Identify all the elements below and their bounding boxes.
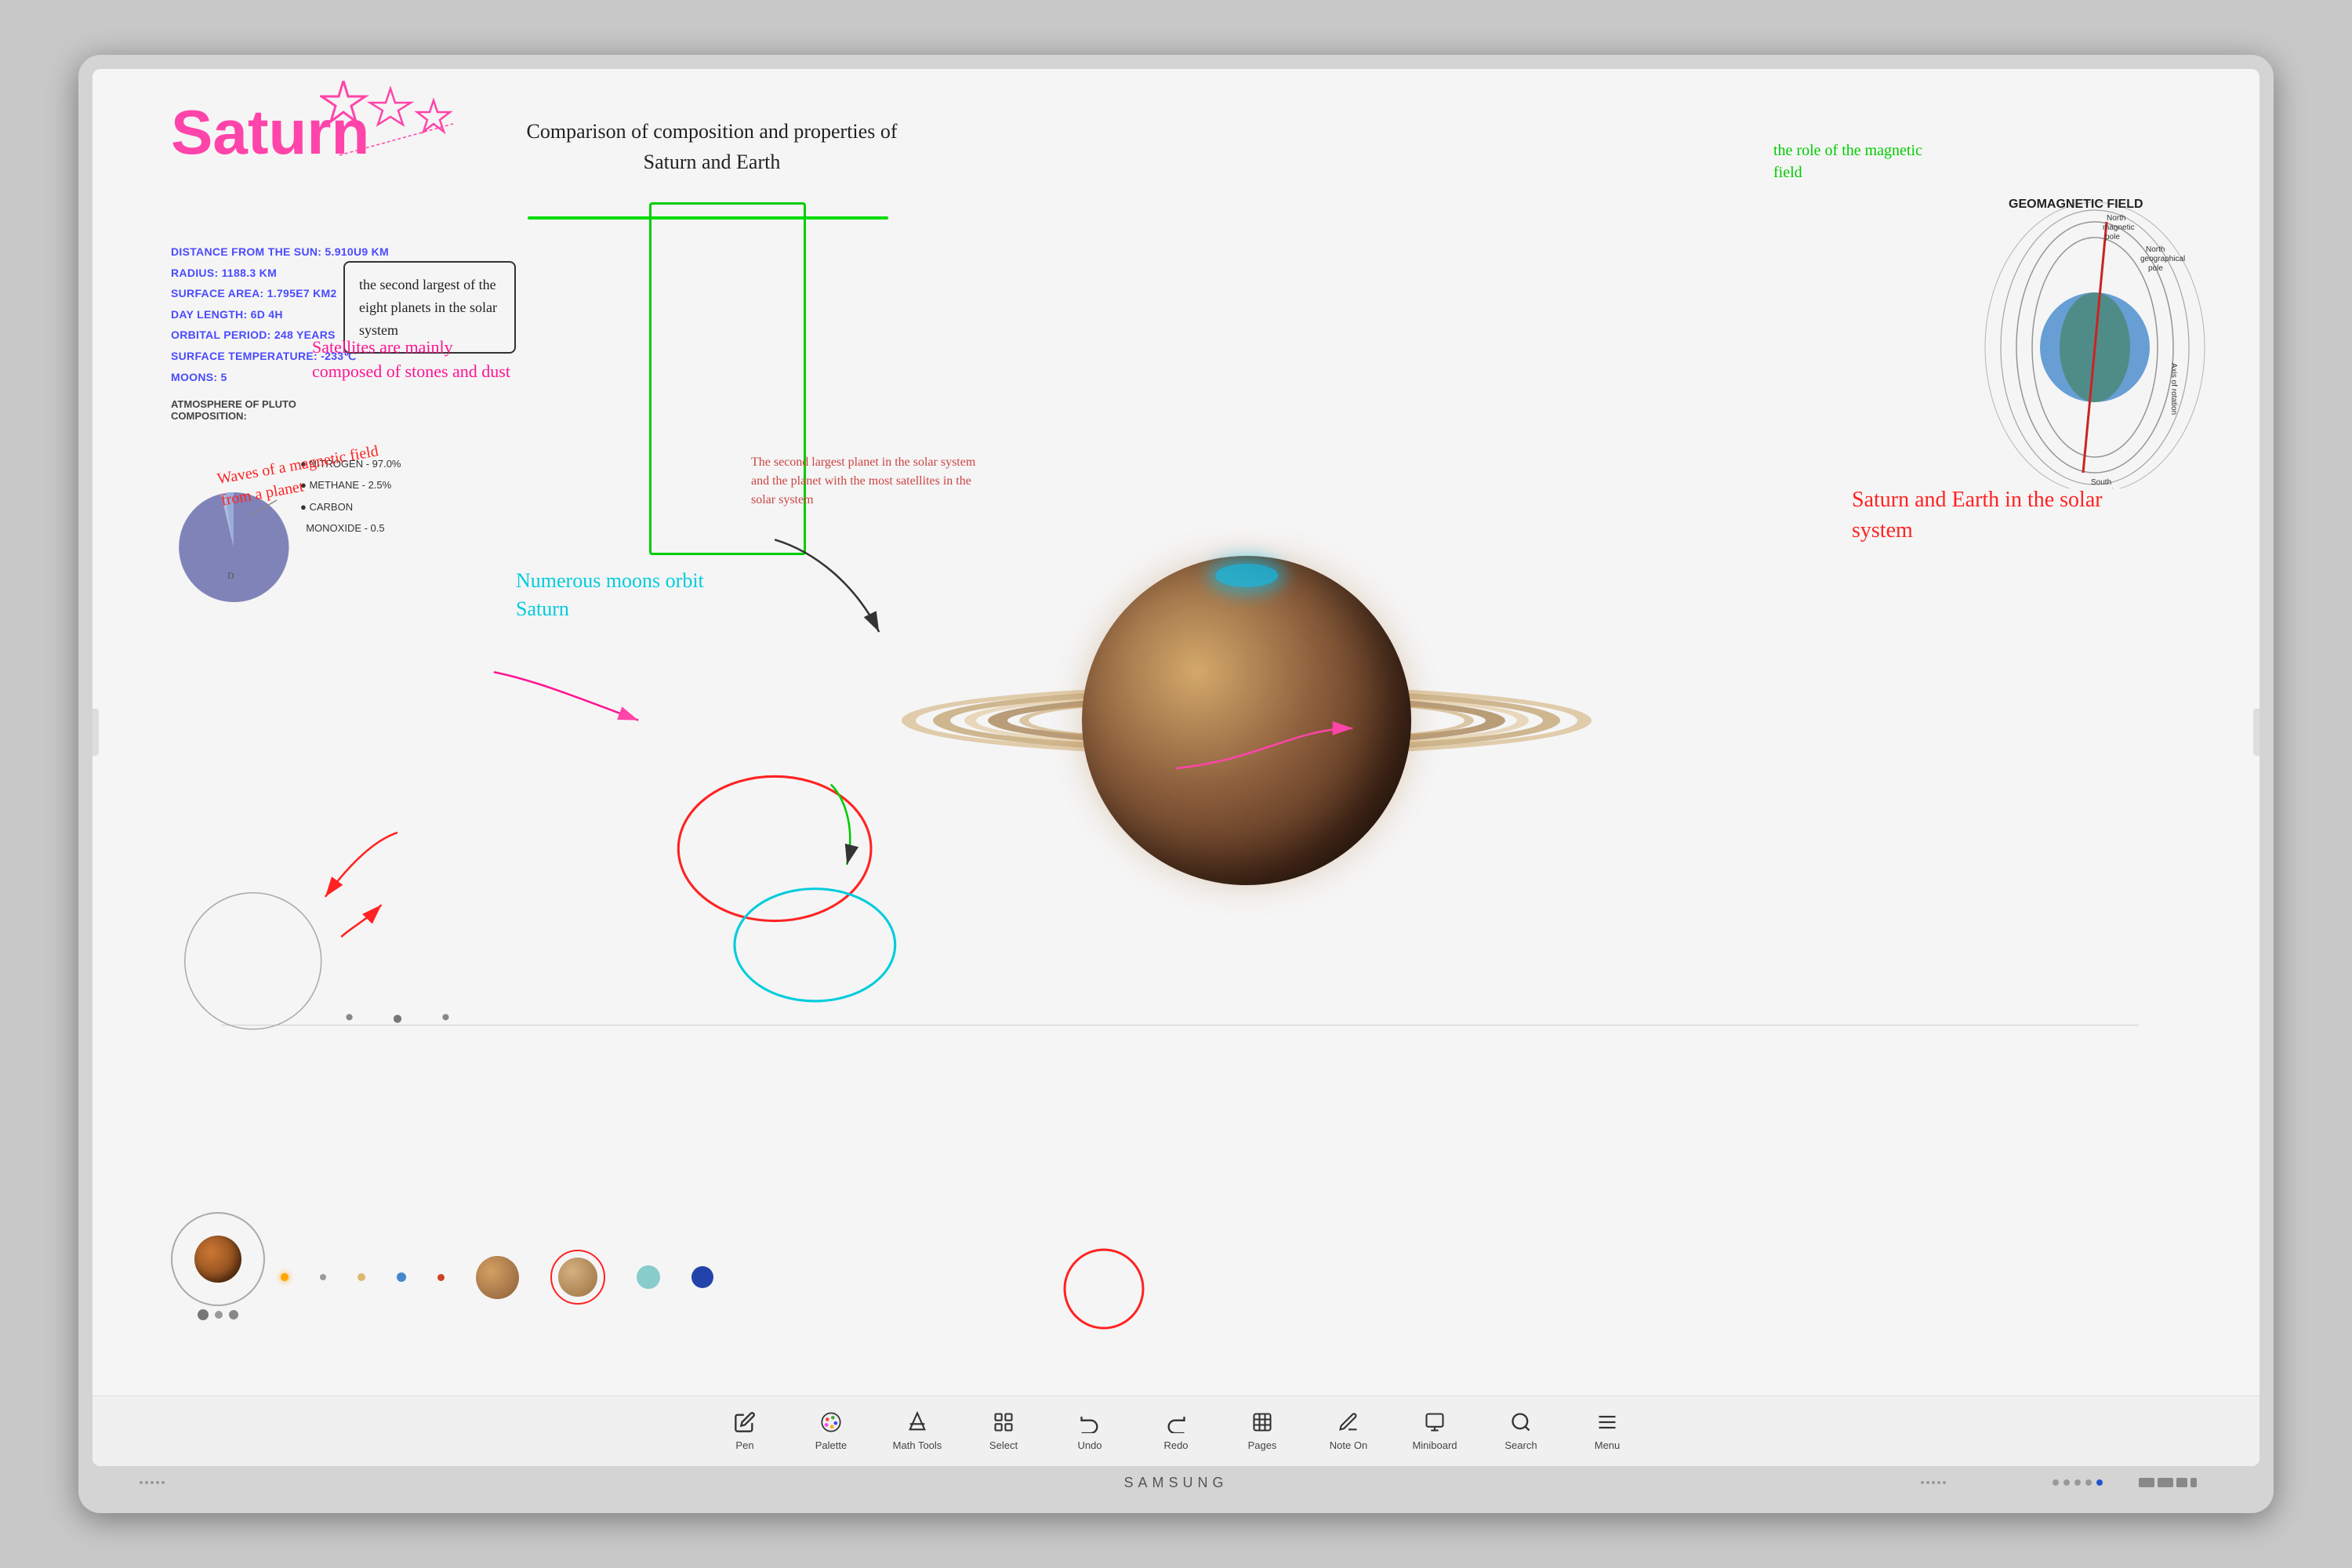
second-largest-box: the second largest of the eight planets … <box>343 261 516 354</box>
svg-text:South: South <box>2091 478 2111 487</box>
moons-annotation: Numerous moons orbit Saturn <box>516 567 735 624</box>
pages-label: Pages <box>1248 1439 1277 1451</box>
speaker-dot <box>1921 1481 1924 1484</box>
search-label: Search <box>1504 1439 1537 1451</box>
speaker-dot <box>145 1481 148 1484</box>
note-on-tool[interactable]: Note On <box>1305 1400 1392 1463</box>
geomagnetic-diagram: GEOMAGNETIC FIELD North magnetic pole No… <box>1969 191 2220 488</box>
indicator-dot <box>2074 1479 2081 1486</box>
math-tools-tool[interactable]: Math Tools <box>874 1400 960 1463</box>
speaker-dot <box>140 1481 143 1484</box>
second-largest-text: the second largest of the eight planets … <box>359 277 497 338</box>
svg-text:magnetic: magnetic <box>2103 223 2135 232</box>
undo-label: Undo <box>1077 1439 1102 1451</box>
svg-text:D: D <box>227 570 234 581</box>
methane-label: ● METHANE - 2.5% <box>300 474 401 495</box>
miniboard-tool[interactable]: Miniboard <box>1392 1400 1478 1463</box>
select-tool[interactable]: Select <box>960 1400 1047 1463</box>
select-label: Select <box>989 1439 1018 1451</box>
saturn-glow <box>1215 564 1278 587</box>
menu-label: Menu <box>1595 1439 1621 1451</box>
svg-text:Axis of rotation: Axis of rotation <box>2169 363 2178 415</box>
search-icon <box>1510 1411 1532 1436</box>
speaker-dot <box>1943 1481 1946 1484</box>
magnetic-role: the role of the magnetic field <box>1773 140 1930 183</box>
active-indicator-dot <box>2096 1479 2103 1486</box>
pages-tool[interactable]: Pages <box>1219 1400 1305 1463</box>
samsung-logo: SAMSUNG <box>1123 1475 1228 1491</box>
left-handle[interactable] <box>93 709 99 756</box>
distance-info: DISTANCE FROM THE SUN: 5.910U9 km <box>171 241 389 263</box>
screen: Saturn Comparison of composition and pro… <box>93 69 2259 1466</box>
speaker-dot <box>1937 1481 1940 1484</box>
monitor-bottom: SAMSUNG <box>93 1466 2259 1499</box>
pen-icon <box>734 1411 756 1436</box>
menu-icon <box>1596 1411 1618 1436</box>
monitor: Saturn Comparison of composition and pro… <box>78 55 2274 1513</box>
speaker-dot <box>1926 1481 1929 1484</box>
moons-info: MOONS: 5 <box>171 367 389 388</box>
saturn-image <box>894 426 1599 1014</box>
main-heading: Comparison of composition and properties… <box>524 116 900 177</box>
speaker-dot <box>156 1481 159 1484</box>
undo-icon <box>1079 1411 1101 1436</box>
menu-tool[interactable]: Menu <box>1564 1400 1650 1463</box>
pages-icon <box>1251 1411 1273 1436</box>
saturn-circle-annotation <box>1057 1242 1151 1336</box>
port <box>2190 1478 2197 1487</box>
speaker-right <box>1921 1481 1946 1484</box>
redo-tool[interactable]: Redo <box>1133 1400 1219 1463</box>
pen-tool[interactable]: Pen <box>702 1400 788 1463</box>
svg-text:geographical: geographical <box>2140 255 2185 263</box>
atmosphere-title: ATMOSPHERE OF PLUTO <box>171 398 296 410</box>
svg-text:pole: pole <box>2105 233 2120 241</box>
speaker-dot <box>151 1481 154 1484</box>
atmosphere-block: ATMOSPHERE OF PLUTO COMPOSITION: <box>171 398 296 422</box>
canvas-area[interactable]: Saturn Comparison of composition and pro… <box>93 69 2259 1396</box>
speaker-left <box>140 1481 165 1484</box>
saturn-planet <box>1082 556 1411 885</box>
speaker-dot <box>162 1481 165 1484</box>
undo-tool[interactable]: Undo <box>1047 1400 1133 1463</box>
monitor-ports <box>2139 1478 2197 1487</box>
saturn-earth-annotation: Saturn and Earth in the solar system <box>1852 485 2103 546</box>
speaker-dot <box>1932 1481 1935 1484</box>
svg-text:North: North <box>2146 245 2165 254</box>
note-on-icon <box>1338 1411 1359 1436</box>
chart-labels: ● NITROGEN - 97.0% ● METHANE - 2.5% ● CA… <box>300 453 401 539</box>
miniboard-icon <box>1424 1411 1446 1436</box>
monitor-indicator-dots <box>2053 1479 2103 1486</box>
co-label: ● CARBON MONOXIDE - 0.5 <box>300 496 401 539</box>
math-tools-label: Math Tools <box>893 1439 942 1451</box>
heading-underline <box>528 216 888 220</box>
indicator-dot <box>2053 1479 2059 1486</box>
atmosphere-subtitle: COMPOSITION: <box>171 410 296 422</box>
palette-icon <box>820 1411 842 1436</box>
svg-text:North: North <box>2107 214 2125 223</box>
note-on-label: Note On <box>1330 1439 1367 1451</box>
port <box>2176 1478 2187 1487</box>
port <box>2139 1478 2154 1487</box>
svg-text:pole: pole <box>2148 264 2163 273</box>
port <box>2158 1478 2173 1487</box>
indicator-dot <box>2063 1479 2070 1486</box>
right-handle[interactable] <box>2253 709 2259 756</box>
math-tools-icon <box>906 1411 928 1436</box>
redo-icon <box>1165 1411 1187 1436</box>
select-icon <box>993 1411 1014 1436</box>
palette-tool[interactable]: Palette <box>788 1400 874 1463</box>
nitrogen-label: ● NITROGEN - 97.0% <box>300 453 401 474</box>
pie-chart: D <box>171 485 296 610</box>
pen-label: Pen <box>735 1439 753 1451</box>
star-decorations <box>320 81 461 175</box>
redo-label: Redo <box>1163 1439 1188 1451</box>
miniboard-label: Miniboard <box>1412 1439 1457 1451</box>
solar-system-row <box>171 1212 713 1320</box>
indicator-dot <box>2085 1479 2092 1486</box>
search-tool[interactable]: Search <box>1478 1400 1564 1463</box>
green-highlight-rect <box>649 202 806 555</box>
toolbar: Pen Palette <box>93 1396 2259 1466</box>
palette-label: Palette <box>815 1439 847 1451</box>
